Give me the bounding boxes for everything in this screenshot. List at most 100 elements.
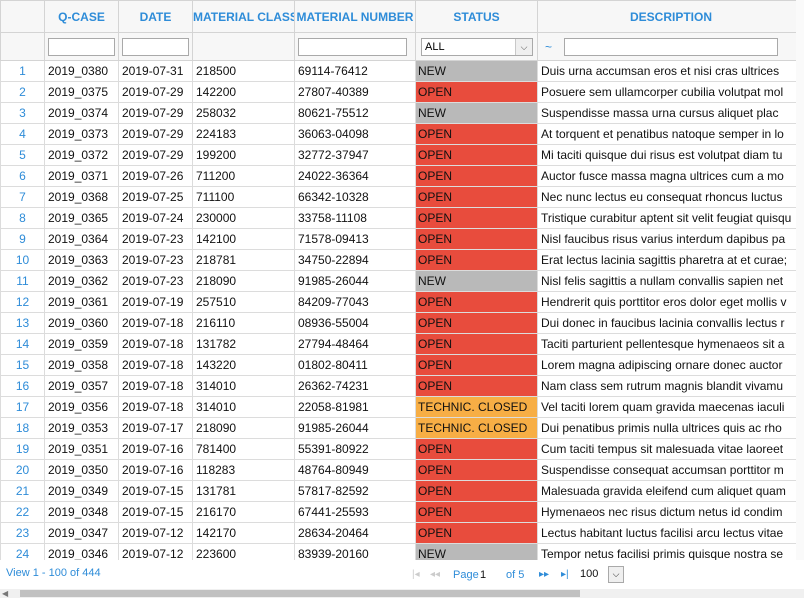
cell-q-case: 2019_0349 — [44, 480, 119, 502]
cell-q-case: 2019_0374 — [44, 102, 119, 124]
grid-body: 1 2019_0380 2019-07-31 218500 69114-76412 NEW… — [0, 60, 804, 560]
horizontal-scrollbar-thumb[interactable] — [20, 590, 580, 597]
cell-material-number: 67441-25593 — [294, 501, 416, 523]
cell-description: Posuere sem ullamcorper cubilia volutpat… — [537, 81, 804, 103]
chevron-down-icon[interactable]: ⌵ — [608, 566, 624, 583]
cell-status: OPEN — [415, 333, 538, 355]
cell-rownum: 19 — [0, 438, 45, 460]
cell-q-case: 2019_0357 — [44, 375, 119, 397]
table-row[interactable]: 9 2019_0364 2019-07-23 142100 71578-09413 OPE… — [0, 228, 804, 250]
cell-q-case: 2019_0359 — [44, 333, 119, 355]
cell-date: 2019-07-23 — [118, 270, 193, 292]
table-row[interactable]: 24 2019_0346 2019-07-12 223600 83939-20160 NE… — [0, 543, 804, 560]
cell-status: OPEN — [415, 459, 538, 481]
cell-status: OPEN — [415, 228, 538, 250]
pager: View 1 - 100 of 444 |◂ ◂◂ Page 1 of 5 ▸▸… — [0, 561, 804, 587]
table-row[interactable]: 8 2019_0365 2019-07-24 230000 33758-11108 OPE… — [0, 207, 804, 229]
table-row[interactable]: 17 2019_0356 2019-07-18 314010 22058-81981 TE… — [0, 396, 804, 418]
horizontal-scrollbar[interactable]: ◀ — [0, 589, 804, 598]
cell-rownum: 24 — [0, 543, 45, 560]
table-row[interactable]: 13 2019_0360 2019-07-18 216110 08936-55004 OP… — [0, 312, 804, 334]
description-filter-input[interactable] — [564, 37, 779, 56]
cell-rownum: 4 — [0, 123, 45, 145]
cell-material-number: 91985-26044 — [294, 417, 416, 439]
table-row[interactable]: 3 2019_0374 2019-07-29 258032 80621-75512 NEW… — [0, 102, 804, 124]
column-header-material-class[interactable]: MATERIAL CLASS — [192, 0, 295, 33]
cell-description: Malesuada gravida eleifend cum aliquet q… — [537, 480, 804, 502]
column-header-status[interactable]: STATUS — [415, 0, 538, 33]
column-header-date[interactable]: DATE — [118, 0, 193, 33]
scroll-left-icon[interactable]: ◀ — [2, 589, 8, 598]
column-header-rownum — [0, 0, 45, 33]
column-header-material-number[interactable]: MATERIAL NUMBER — [294, 0, 416, 33]
tilde-operator-icon[interactable]: ~ — [545, 40, 552, 54]
date-filter-input[interactable] — [122, 38, 189, 56]
table-row[interactable]: 7 2019_0368 2019-07-25 711100 66342-10328 OPE… — [0, 186, 804, 208]
next-page-icon[interactable]: ▸▸ — [539, 569, 549, 580]
chevron-down-icon[interactable]: ⌵ — [515, 38, 532, 55]
cell-q-case: 2019_0368 — [44, 186, 119, 208]
table-row[interactable]: 19 2019_0351 2019-07-16 781400 55391-80922 OP… — [0, 438, 804, 460]
cell-material-number: 80621-75512 — [294, 102, 416, 124]
cell-status: OPEN — [415, 144, 538, 166]
vertical-scrollbar[interactable] — [796, 0, 804, 560]
cell-date: 2019-07-24 — [118, 207, 193, 229]
cell-status: OPEN — [415, 522, 538, 544]
table-row[interactable]: 5 2019_0372 2019-07-29 199200 32772-37947 OPE… — [0, 144, 804, 166]
column-header-description[interactable]: DESCRIPTION — [537, 0, 804, 33]
cell-rownum: 9 — [0, 228, 45, 250]
last-page-icon[interactable]: ▸| — [561, 569, 569, 580]
cell-material-number: 33758-11108 — [294, 207, 416, 229]
table-row[interactable]: 16 2019_0357 2019-07-18 314010 26362-74231 OP… — [0, 375, 804, 397]
cell-material-number: 57817-82592 — [294, 480, 416, 502]
cell-description: Dui donec in faucibus lacinia convallis … — [537, 312, 804, 334]
cell-material-number: 83939-20160 — [294, 543, 416, 560]
cell-q-case: 2019_0363 — [44, 249, 119, 271]
cell-material-class: 711200 — [192, 165, 295, 187]
table-row[interactable]: 2 2019_0375 2019-07-29 142200 27807-40389 OPE… — [0, 81, 804, 103]
table-row[interactable]: 1 2019_0380 2019-07-31 218500 69114-76412 NEW… — [0, 60, 804, 82]
table-row[interactable]: 10 2019_0363 2019-07-23 218781 34750-22894 OP… — [0, 249, 804, 271]
q-case-filter-input[interactable] — [48, 38, 115, 56]
status-filter-select[interactable]: ALL ⌵ — [421, 37, 533, 56]
filter-cell-date — [118, 32, 193, 61]
table-row[interactable]: 22 2019_0348 2019-07-15 216170 67441-25593 OP… — [0, 501, 804, 523]
cell-material-number: 55391-80922 — [294, 438, 416, 460]
table-row[interactable]: 20 2019_0350 2019-07-16 118283 48764-80949 OP… — [0, 459, 804, 481]
table-row[interactable]: 15 2019_0358 2019-07-18 143220 01802-80411 OP… — [0, 354, 804, 376]
column-header-q-case[interactable]: Q-CASE — [44, 0, 119, 33]
table-row[interactable]: 23 2019_0347 2019-07-12 142170 28634-20464 OP… — [0, 522, 804, 544]
cell-material-class: 131782 — [192, 333, 295, 355]
cell-q-case: 2019_0365 — [44, 207, 119, 229]
cell-description: Lectus habitant luctus facilisi arcu lec… — [537, 522, 804, 544]
cell-date: 2019-07-18 — [118, 354, 193, 376]
material-number-filter-input[interactable] — [298, 38, 407, 56]
cell-material-number: 69114-76412 — [294, 60, 416, 82]
cell-rownum: 17 — [0, 396, 45, 418]
prev-page-icon[interactable]: ◂◂ — [430, 569, 440, 580]
first-page-icon[interactable]: |◂ — [412, 569, 420, 580]
cell-status: TECHNIC. CLOSED — [415, 417, 538, 439]
cell-material-number: 84209-77043 — [294, 291, 416, 313]
table-row[interactable]: 21 2019_0349 2019-07-15 131781 57817-82592 OP… — [0, 480, 804, 502]
table-row[interactable]: 14 2019_0359 2019-07-18 131782 27794-48464 OP… — [0, 333, 804, 355]
cell-status: NEW — [415, 543, 538, 560]
table-row[interactable]: 11 2019_0362 2019-07-23 218090 91985-26044 NE… — [0, 270, 804, 292]
cell-date: 2019-07-17 — [118, 417, 193, 439]
cell-material-class: 142100 — [192, 228, 295, 250]
cell-rownum: 15 — [0, 354, 45, 376]
page-number-input[interactable]: 1 — [480, 569, 502, 581]
cell-material-number: 01802-80411 — [294, 354, 416, 376]
cell-q-case: 2019_0347 — [44, 522, 119, 544]
cell-material-class: 223600 — [192, 543, 295, 560]
table-row[interactable]: 18 2019_0353 2019-07-17 218090 91985-26044 TE… — [0, 417, 804, 439]
cell-material-number: 24022-36364 — [294, 165, 416, 187]
cell-material-number: 28634-20464 — [294, 522, 416, 544]
table-row[interactable]: 6 2019_0371 2019-07-26 711200 24022-36364 OPE… — [0, 165, 804, 187]
cell-description: Mi taciti quisque dui risus est volutpat… — [537, 144, 804, 166]
cell-status: OPEN — [415, 186, 538, 208]
cell-date: 2019-07-18 — [118, 333, 193, 355]
rows-per-page-select[interactable]: 100 ⌵ — [580, 566, 624, 583]
table-row[interactable]: 12 2019_0361 2019-07-19 257510 84209-77043 OP… — [0, 291, 804, 313]
table-row[interactable]: 4 2019_0373 2019-07-29 224183 36063-04098 OPE… — [0, 123, 804, 145]
